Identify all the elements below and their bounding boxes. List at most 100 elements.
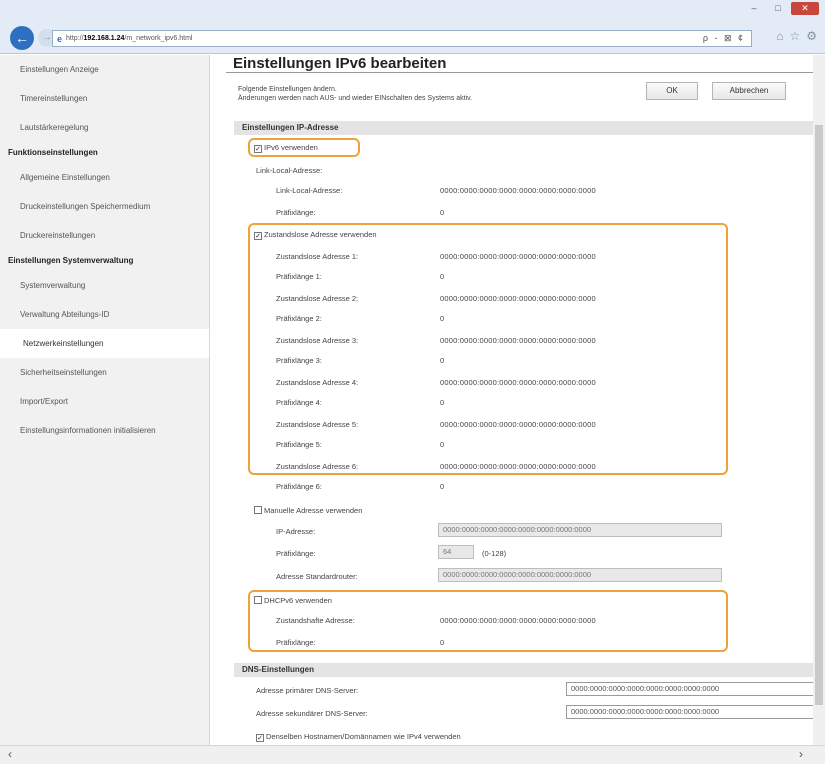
stateless-address-value: 0000:0000:0000:0000:0000:0000:0000:0000 [440,420,596,429]
sidebar-item[interactable]: Timereinstellungen [0,84,209,113]
browser-chrome: – □ ✕ ← → e http:// 192.168.1.24 /m_netw… [0,0,825,54]
stateless-address-label: Zustandslose Adresse 4: [276,378,359,387]
dns-secondary-input[interactable]: 0000:0000:0000:0000:0000:0000:0000:0000 [566,705,820,719]
dns-secondary-label: Adresse sekundärer DNS-Server: [256,709,368,718]
gear-icon[interactable]: ⚙ [806,29,817,43]
sidebar-item[interactable]: Lautstärkeregelung [0,113,209,142]
address-bar[interactable]: e http:// 192.168.1.24 /m_network_ipv6.h… [52,30,752,47]
stateless-address-value: 0000:0000:0000:0000:0000:0000:0000:0000 [440,378,596,387]
sidebar-item[interactable]: Allgemeine Einstellungen [0,163,209,192]
url-path: /m_network_ipv6.html [124,35,193,42]
dhcp-address-value: 0000:0000:0000:0000:0000:0000:0000:0000 [440,616,596,625]
manual-ip-label: IP-Adresse: [276,527,316,536]
same-hostname-label: Denselben Hostnamen/Domännamen wie IPv4 … [266,732,461,741]
address-tools-icon[interactable]: ρ - ⊠ ¢ [703,33,745,44]
page-title: Einstellungen IPv6 bearbeiten [226,55,820,73]
dhcp-prefix-label: Präfixlänge: [276,638,316,647]
maximize-button[interactable]: □ [767,2,789,15]
dns-primary-input[interactable]: 0000:0000:0000:0000:0000:0000:0000:0000 [566,682,820,696]
dhcp-checkbox[interactable] [254,596,262,604]
minimize-button[interactable]: – [743,2,765,15]
manual-router-input[interactable]: 0000:0000:0000:0000:0000:0000:0000:0000 [438,568,722,582]
url-prefix: http:// [66,35,84,42]
sidebar-item[interactable]: Import/Export [0,387,209,416]
dhcp-prefix-value: 0 [440,638,445,647]
stateless-address-label: Zustandslose Adresse 6: [276,462,359,471]
sidebar-item[interactable]: Systemverwaltung [0,271,209,300]
stateless-address-label: Zustandslose Adresse 5: [276,420,359,429]
stateless-address-label: Zustandslose Adresse 1: [276,252,359,261]
toolbar-icons: ⌂ ☆ ⚙ [776,29,817,43]
dhcp-address-label: Zustandshafte Adresse: [276,616,355,625]
manual-router-label: Adresse Standardrouter: [276,572,358,581]
stateless-prefix-label: Präfixlänge 4: [276,398,322,407]
highlight-ipv6 [248,138,360,157]
sidebar-item[interactable]: Druckeinstellungen Speichermedium [0,192,209,221]
stateless-prefix-value: 0 [440,398,445,407]
stateless-prefix-label: Präfixlänge 2: [276,314,322,323]
ie-page-icon: e [57,33,63,44]
stateless-address-label: Zustandslose Adresse 3: [276,336,359,345]
sidebar-heading: Einstellungen Systemverwaltung [8,256,134,265]
nav-buttons: ← → [10,26,56,50]
manual-prefix-input[interactable]: 64 [438,545,474,559]
ok-button[interactable]: OK [646,82,698,100]
link-local-prefix-label: Präfixlänge: [276,208,316,217]
ip-section-header: Einstellungen IP-Adresse [234,121,820,135]
manual-label: Manuelle Adresse verwenden [264,506,363,515]
stateless-address-value: 0000:0000:0000:0000:0000:0000:0000:0000 [440,294,596,303]
info-line-2: Änderungen werden nach AUS- und wieder E… [238,95,473,102]
stateless-address-value: 0000:0000:0000:0000:0000:0000:0000:0000 [440,462,596,471]
stateless-checkbox-row[interactable]: ✓ Zustandslose Adresse verwenden [254,230,377,240]
window-controls: – □ ✕ [743,2,819,15]
link-local-label: Link-Local-Adresse: [276,186,343,195]
same-hostname-row[interactable]: ✓ Denselben Hostnamen/Domännamen wie IPv4… [256,732,461,742]
stateless-prefix-label: Präfixlänge 1: [276,272,322,281]
scroll-right-icon[interactable]: › [799,747,803,761]
stateless-prefix-value: 0 [440,314,445,323]
info-text: Folgende Einstellungen ändern. Änderunge… [238,85,472,103]
scroll-left-icon[interactable]: ‹ [8,747,12,761]
sidebar-item[interactable]: Einstellungsinformationen initialisieren [0,416,209,445]
link-local-value: 0000:0000:0000:0000:0000:0000:0000:0000 [440,186,596,195]
link-local-prefix-value: 0 [440,208,445,217]
manual-checkbox-row[interactable]: Manuelle Adresse verwenden [254,506,362,515]
sidebar-item[interactable]: Sicherheitseinstellungen [0,358,209,387]
stateless-label: Zustandslose Adresse verwenden [264,230,377,239]
sidebar: Einstellungen Anzeige Timereinstellungen L… [0,55,210,745]
home-icon[interactable]: ⌂ [776,29,783,43]
sidebar-heading: Funktionseinstellungen [8,148,98,157]
stateless-prefix-value: 0 [440,482,445,491]
sidebar-item[interactable]: Druckereinstellungen [0,221,209,250]
cancel-button[interactable]: Abbrechen [712,82,786,100]
manual-prefix-label: Präfixlänge: [276,549,316,558]
stateless-prefix-label: Präfixlänge 5: [276,440,322,449]
stateless-address-value: 0000:0000:0000:0000:0000:0000:0000:0000 [440,336,596,345]
url-host: 192.168.1.24 [83,35,125,42]
stateless-address-value: 0000:0000:0000:0000:0000:0000:0000:0000 [440,252,596,261]
sidebar-item[interactable]: Netzwerkeinstellungen [0,329,209,358]
stateless-checkbox[interactable]: ✓ [254,232,262,240]
horizontal-scrollbar[interactable]: ‹ › [0,745,825,764]
dhcp-checkbox-row[interactable]: DHCPv6 verwenden [254,596,332,605]
same-hostname-checkbox[interactable]: ✓ [256,734,264,742]
back-arrow-icon[interactable]: ← [10,26,34,50]
vertical-scrollbar[interactable] [813,55,825,745]
manual-checkbox[interactable] [254,506,262,514]
main-content: Einstellungen IPv6 bearbeiten Folgende E… [226,55,820,745]
close-button[interactable]: ✕ [791,2,819,15]
stateless-address-label: Zustandslose Adresse 2: [276,294,359,303]
dns-primary-label: Adresse primärer DNS-Server: [256,686,359,695]
dhcp-label: DHCPv6 verwenden [264,596,332,605]
favorites-star-icon[interactable]: ☆ [789,29,800,43]
stateless-prefix-value: 0 [440,272,445,281]
sidebar-item[interactable]: Einstellungen Anzeige [0,55,209,84]
stateless-prefix-label: Präfixlänge 3: [276,356,322,365]
sidebar-item[interactable]: Verwaltung Abteilungs-ID [0,300,209,329]
dns-section-header: DNS-Einstellungen [234,663,820,677]
stateless-prefix-value: 0 [440,356,445,365]
stateless-prefix-value: 0 [440,440,445,449]
manual-ip-input[interactable]: 0000:0000:0000:0000:0000:0000:0000:0000 [438,523,722,537]
manual-prefix-range: (0-128) [482,549,507,558]
vertical-scroll-thumb[interactable] [815,125,823,705]
